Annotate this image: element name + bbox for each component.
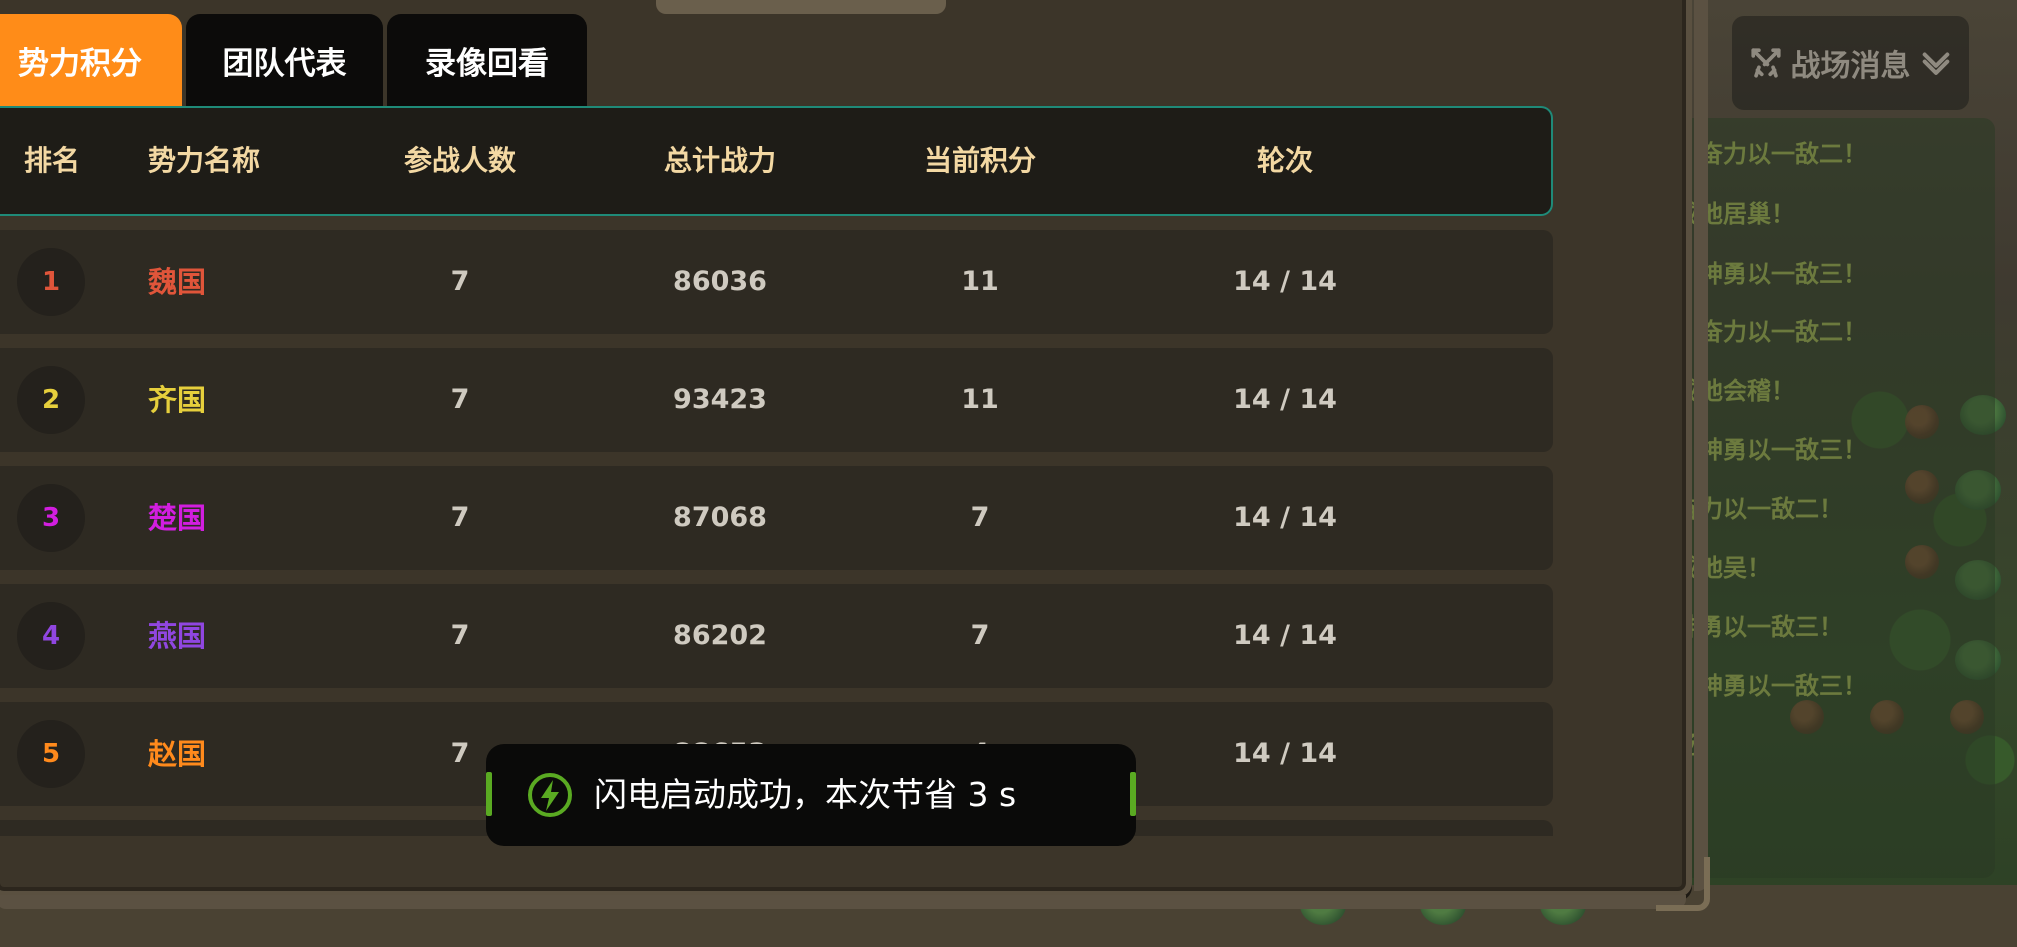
- panel-frame-right: [1694, 0, 1708, 891]
- lightning-icon: [528, 773, 572, 817]
- chevron-down-icon: [1922, 52, 1949, 75]
- header-round: 轮次: [1256, 144, 1313, 177]
- total-power: 86202: [673, 620, 767, 651]
- table-row[interactable]: 2 齐国 7 93423 11 14 / 14: [0, 348, 1553, 452]
- toast-accent-right: [1130, 772, 1136, 816]
- faction-name: 齐国: [148, 383, 207, 417]
- participant-count: 7: [450, 384, 470, 415]
- battle-news-toggle-button[interactable]: 战场消息: [1732, 16, 1969, 110]
- table-body: 1 魏国 7 86036 11 14 / 14 2 齐国 7 93423 11 14 / 14 3 楚国 7…: [0, 230, 1553, 806]
- table-row[interactable]: 4 燕国 7 86202 7 14 / 14: [0, 584, 1553, 688]
- lightning-launch-toast: 闪电启动成功，本次节省 3 s: [486, 744, 1136, 846]
- rank-badge: 5: [17, 720, 85, 788]
- table-row[interactable]: 1 魏国 7 86036 11 14 / 14: [0, 230, 1553, 334]
- total-power: 86036: [673, 266, 767, 297]
- header-total-power: 总计战力: [663, 144, 776, 177]
- round-progress: 14 / 14: [1233, 620, 1337, 651]
- round-progress: 14 / 14: [1233, 266, 1337, 297]
- participant-count: 7: [450, 266, 470, 297]
- header-current-score: 当前积分: [923, 144, 1036, 177]
- faction-name: 燕国: [148, 619, 207, 653]
- faction-name: 魏国: [148, 265, 207, 299]
- table-header: 排名 势力名称 参战人数 总计战力 当前积分 轮次: [0, 106, 1553, 216]
- current-score: 7: [970, 502, 990, 533]
- rank-badge: 3: [17, 484, 85, 552]
- participant-count: 7: [450, 502, 470, 533]
- tab-faction-score[interactable]: 势力积分: [0, 14, 182, 106]
- faction-ranking-table: 排名 势力名称 参战人数 总计战力 当前积分 轮次 1 魏国 7 86036 11 14 …: [0, 106, 1553, 836]
- current-score: 7: [970, 620, 990, 651]
- battle-news-label: 战场消息: [1790, 49, 1911, 84]
- rank-badge: 1: [17, 248, 85, 316]
- news-line: 成池会稽！: [1675, 377, 1795, 405]
- participant-count: 7: [450, 620, 470, 651]
- total-power: 87068: [673, 502, 767, 533]
- toast-accent-left: [486, 772, 492, 816]
- rank-badge: 4: [17, 602, 85, 670]
- panel-corner-ornament: [1656, 857, 1710, 911]
- tab-bar: 势力积分 团队代表 录像回看: [0, 14, 587, 106]
- tab-replay[interactable]: 录像回看: [387, 14, 587, 106]
- round-progress: 14 / 14: [1233, 384, 1337, 415]
- current-score: 11: [961, 384, 999, 415]
- battle-news-list: ，奋力以一敌二！ 成池居巢！ ，神勇以一敌三！ ，奋力以一敌二！ 成池会稽！ ，…: [1675, 118, 1995, 878]
- panel-frame-bottom: [0, 895, 1686, 909]
- round-progress: 14 / 14: [1233, 502, 1337, 533]
- faction-name: 楚国: [148, 501, 207, 535]
- rank-badge: 2: [17, 366, 85, 434]
- header-faction-name: 势力名称: [148, 144, 261, 177]
- header-participant-count: 参战人数: [403, 144, 516, 177]
- news-line: 成池居巢！: [1675, 200, 1795, 228]
- crossed-swords-icon: [1750, 48, 1781, 78]
- round-progress: 14 / 14: [1233, 738, 1337, 769]
- panel-top-ornament: [656, 0, 946, 14]
- table-row[interactable]: 3 楚国 7 87068 7 14 / 14: [0, 466, 1553, 570]
- total-power: 93423: [673, 384, 767, 415]
- header-rank: 排名: [23, 144, 80, 177]
- current-score: 11: [961, 266, 999, 297]
- toast-message: 闪电启动成功，本次节省 3 s: [594, 775, 1017, 814]
- faction-name: 赵国: [148, 737, 207, 771]
- tab-team-representative[interactable]: 团队代表: [186, 14, 383, 106]
